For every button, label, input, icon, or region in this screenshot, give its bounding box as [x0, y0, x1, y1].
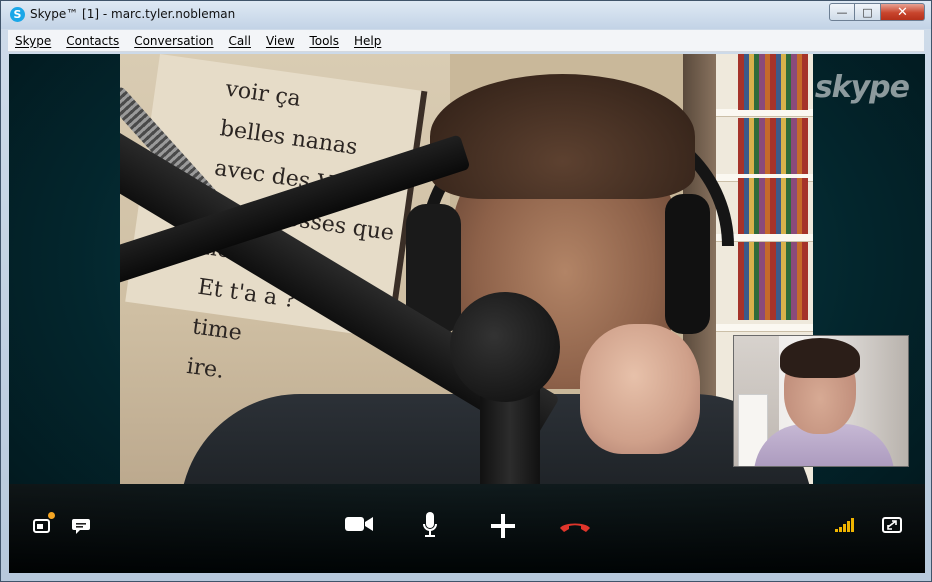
call-control-bar [9, 484, 925, 573]
notification-dot [48, 512, 55, 519]
shelf-books [738, 54, 808, 110]
fullscreen-icon [882, 517, 902, 533]
shelf-books [738, 118, 808, 174]
call-quality-indicator[interactable] [835, 517, 855, 533]
chat-icon [70, 515, 92, 537]
close-icon: ✕ [897, 4, 908, 20]
contacts-panel-icon [31, 512, 55, 537]
fullscreen-button[interactable] [882, 517, 902, 533]
shelf-books [738, 242, 808, 320]
chat-button[interactable] [70, 515, 92, 537]
remote-video-feed[interactable]: voir ça belles nanas avec des Vraie plus… [120, 54, 813, 484]
add-to-call-button[interactable] [490, 513, 516, 539]
window-controls: — □ ✕ [829, 3, 925, 21]
self-view-hair [780, 338, 860, 378]
headphone-right [665, 194, 710, 334]
minimize-icon: — [836, 5, 848, 19]
video-call-area[interactable]: voir ça belles nanas avec des Vraie plus… [9, 54, 925, 573]
menu-view[interactable]: View [258, 34, 301, 48]
caller-hand [580, 324, 700, 454]
menu-call[interactable]: Call [221, 34, 258, 48]
toggle-video-button[interactable] [343, 513, 375, 535]
skype-app-icon[interactable]: S [10, 7, 25, 22]
shelf-board [716, 109, 813, 117]
menu-tools[interactable]: Tools [301, 34, 346, 48]
minimize-button[interactable]: — [829, 3, 855, 21]
end-call-button[interactable] [558, 517, 592, 535]
menu-bar: Skype Contacts Conversation Call View To… [8, 30, 924, 52]
end-call-icon [558, 517, 592, 535]
self-view-video[interactable] [733, 335, 909, 467]
menu-contacts[interactable]: Contacts [58, 34, 126, 48]
maximize-button[interactable]: □ [855, 3, 881, 21]
window-title: Skype™ [1] - marc.tyler.nobleman [30, 7, 236, 21]
menu-help[interactable]: Help [346, 34, 388, 48]
add-icon [490, 513, 516, 539]
title-bar[interactable]: S Skype™ [1] - marc.tyler.nobleman — □ ✕ [1, 1, 931, 29]
microphone-mount [450, 292, 560, 402]
video-camera-icon [343, 513, 375, 535]
skype-watermark-logo: skype [814, 70, 910, 105]
maximize-icon: □ [862, 5, 873, 19]
menu-skype[interactable]: Skype [8, 34, 58, 48]
shelf-board [716, 324, 813, 332]
skype-window: S Skype™ [1] - marc.tyler.nobleman — □ ✕… [0, 0, 932, 582]
signal-strength-icon [835, 517, 855, 533]
menu-conversation[interactable]: Conversation [126, 34, 220, 48]
shelf-books [738, 178, 808, 234]
contacts-panel-button[interactable] [31, 512, 55, 537]
toggle-mic-button[interactable] [419, 511, 441, 539]
close-button[interactable]: ✕ [881, 3, 925, 21]
caller-hair [430, 74, 695, 199]
microphone-icon [419, 511, 441, 539]
